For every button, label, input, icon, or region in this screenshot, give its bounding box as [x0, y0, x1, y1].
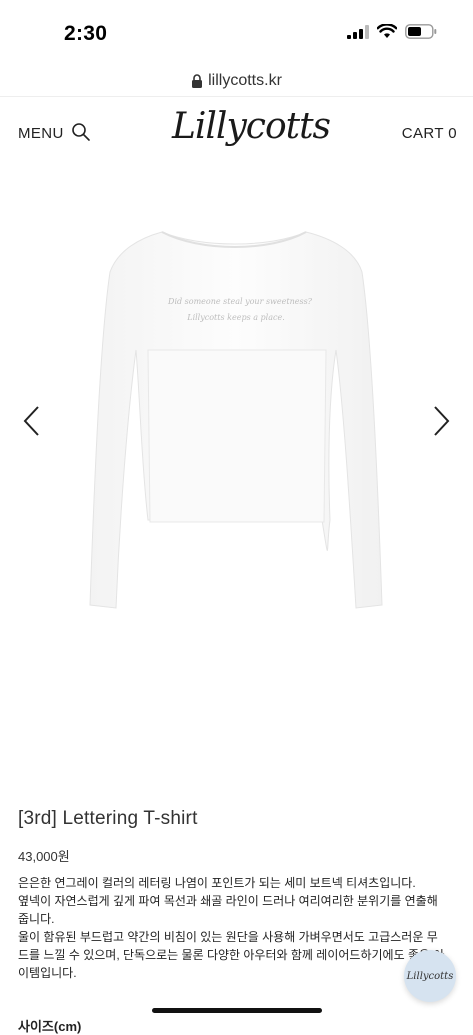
product-title: [3rd] Lettering T-shirt	[18, 808, 198, 829]
search-icon[interactable]	[71, 122, 91, 142]
next-image-arrow-icon[interactable]	[429, 404, 453, 438]
prev-image-arrow-icon[interactable]	[20, 404, 44, 438]
address-bar[interactable]: lillycotts.kr	[0, 66, 473, 96]
description-line: 옆넥이 자연스럽게 깊게 파여 목선과 쇄골 라인이 드러나 여리여리한 분위기…	[18, 894, 438, 926]
status-bar: 2:30	[0, 0, 473, 66]
status-time: 2:30	[64, 22, 108, 45]
shirt-illustration: Did someone steal your sweetness? Lillyc…	[89, 231, 383, 609]
menu-button[interactable]: MENU	[18, 125, 64, 142]
site-logo[interactable]: Lillycotts	[172, 106, 331, 147]
site-header: MENU Lillycotts CART 0	[0, 100, 473, 170]
shirt-print-line2: Lillycotts keeps a place.	[186, 313, 285, 322]
product-description: 은은한 연그레이 컬러의 레터링 나염이 포인트가 되는 세미 보트넥 티셔츠입…	[18, 874, 448, 982]
shirt-print-line1: Did someone steal your sweetness?	[167, 297, 313, 306]
home-indicator[interactable]	[152, 1008, 322, 1013]
battery-icon	[405, 24, 437, 39]
floating-chat-button[interactable]: Lillycotts	[404, 950, 456, 1002]
size-section-heading: 사이즈(cm)	[18, 1019, 82, 1034]
signal-icon	[347, 24, 369, 39]
status-icons	[347, 24, 437, 39]
header-divider	[0, 96, 473, 97]
product-price: 43,000원	[18, 849, 70, 864]
cart-button[interactable]: CART 0	[402, 125, 457, 142]
url-text: lillycotts.kr	[208, 72, 282, 89]
description-line: 울이 함유된 부드럽고 약간의 비침이 있는 원단을 사용해 가벼우면서도 고급…	[18, 930, 445, 980]
description-line: 은은한 연그레이 컬러의 레터링 나염이 포인트가 되는 세미 보트넥 티셔츠입…	[18, 876, 416, 890]
lock-icon	[192, 74, 203, 88]
product-image: Did someone steal your sweetness? Lillyc…	[0, 190, 473, 750]
wifi-icon	[377, 24, 397, 38]
